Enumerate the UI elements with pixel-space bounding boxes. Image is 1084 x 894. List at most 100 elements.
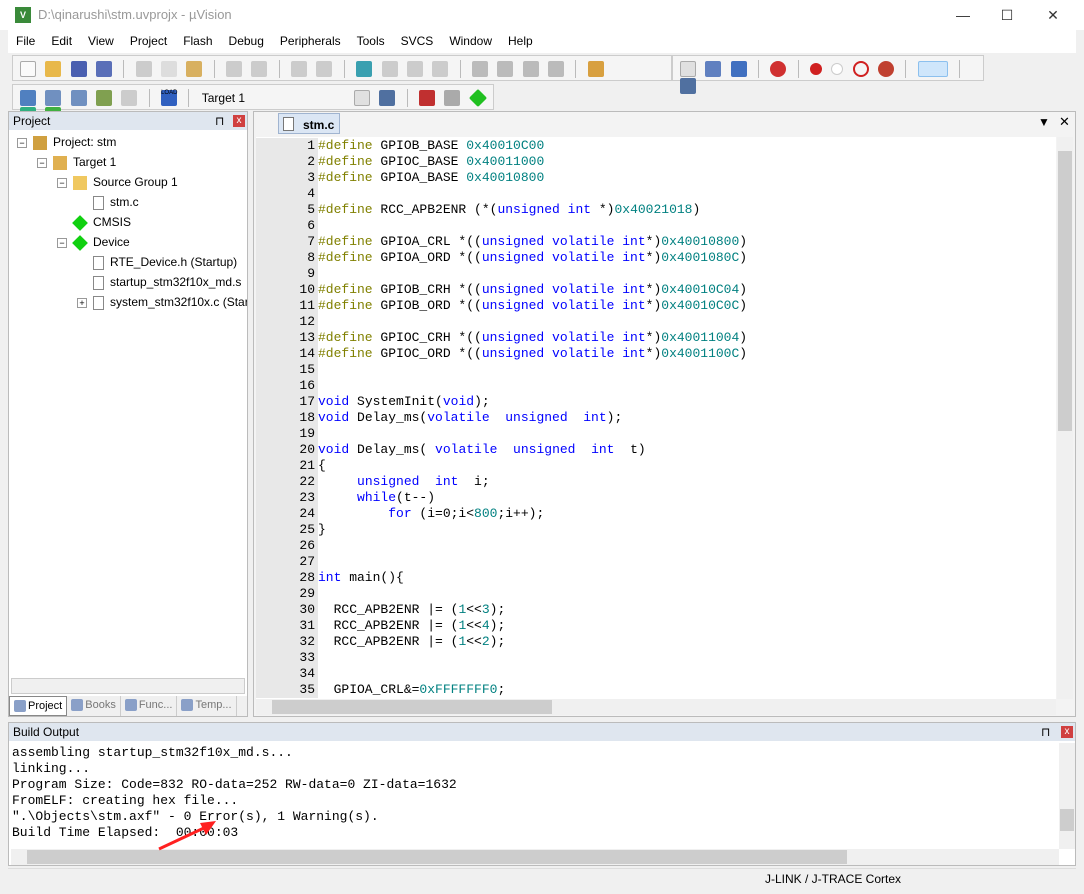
menu-help[interactable]: Help <box>500 30 541 53</box>
target-options-icon[interactable] <box>379 90 396 106</box>
tab-stm-c[interactable]: stm.c <box>278 113 340 134</box>
close-button[interactable]: ✕ <box>1038 4 1068 26</box>
output-vscrollbar[interactable] <box>1059 743 1075 849</box>
save-all-icon[interactable] <box>96 61 113 77</box>
translate-icon[interactable] <box>20 90 36 106</box>
close-panel-icon[interactable]: x <box>233 115 245 127</box>
line-number: 8 <box>256 250 318 266</box>
menu-peripherals[interactable]: Peripherals <box>272 30 349 53</box>
panel-tab-temp[interactable]: Temp... <box>177 696 237 716</box>
code-token: GPIOC_CRH *(( <box>372 330 482 345</box>
tree-item[interactable]: CMSIS <box>9 212 247 232</box>
redo-icon[interactable] <box>251 61 268 77</box>
code-token: int <box>318 570 342 585</box>
tab-list-icon[interactable]: ▼ <box>1038 115 1050 129</box>
close-tab-icon[interactable]: ✕ <box>1059 114 1070 130</box>
uncomment-icon[interactable] <box>547 61 564 77</box>
code-editor[interactable]: 1 #define GPIOB_BASE 0x40010C00 2 #define G… <box>256 137 1056 699</box>
tree-item[interactable]: RTE_Device.h (Startup) <box>9 252 247 272</box>
find-icon[interactable] <box>705 61 722 77</box>
menu-tools[interactable]: Tools <box>349 30 393 53</box>
tree-item[interactable]: + system_stm32f10x.c (Star <box>9 292 247 312</box>
back-icon[interactable] <box>291 61 308 77</box>
expand-icon[interactable]: + <box>77 297 87 308</box>
code-token: GPIOA_CRL *(( <box>372 234 482 249</box>
line-number: 1 <box>256 138 318 154</box>
minimize-button[interactable]: — <box>948 4 978 26</box>
prev-bookmark-icon[interactable] <box>381 61 398 77</box>
clear-bookmarks-icon[interactable] <box>432 61 449 77</box>
tree-item[interactable]: − Target 1 <box>9 152 247 172</box>
pin-icon[interactable]: ⊓ <box>1041 723 1050 741</box>
close-panel-icon[interactable]: x <box>1061 726 1073 738</box>
disable-breakpoint-icon[interactable] <box>831 63 844 75</box>
manage-project-items-icon[interactable] <box>419 90 436 106</box>
copy-icon[interactable] <box>161 61 178 77</box>
tree-item[interactable]: − Device <box>9 232 247 252</box>
collapse-icon[interactable]: − <box>37 157 47 168</box>
debug-session-icon[interactable] <box>770 61 787 77</box>
panel-tab-project[interactable]: Project <box>9 696 68 716</box>
collapse-icon[interactable]: − <box>57 177 67 188</box>
window-layout-icon[interactable] <box>917 61 948 77</box>
maximize-button[interactable]: ☐ <box>992 4 1022 26</box>
menu-svcs[interactable]: SVCS <box>393 30 442 53</box>
collapse-icon[interactable]: − <box>57 237 67 248</box>
file-icon <box>93 275 104 290</box>
incremental-find-icon[interactable] <box>730 61 747 77</box>
kill-breakpoints-icon[interactable] <box>878 61 895 77</box>
code-token: 2 <box>481 634 490 649</box>
dropdown-icon[interactable] <box>680 61 696 77</box>
tree-item[interactable]: startup_stm32f10x_md.s <box>9 272 247 292</box>
project-hscrollbar[interactable] <box>11 678 245 694</box>
batch-build-icon[interactable] <box>96 90 113 106</box>
menu-view[interactable]: View <box>80 30 122 53</box>
stop-build-icon[interactable] <box>121 90 138 106</box>
target-dropdown-icon[interactable] <box>354 90 371 106</box>
target-select[interactable]: Target 1 <box>198 91 348 105</box>
menu-project[interactable]: Project <box>122 30 175 53</box>
menu-edit[interactable]: Edit <box>43 30 80 53</box>
new-file-icon[interactable] <box>20 61 36 77</box>
build-output-header: Build Output ⊓ x <box>9 723 1075 741</box>
save-icon[interactable] <box>70 61 87 77</box>
panel-tab-books[interactable]: Books <box>67 696 121 716</box>
code-token: ) <box>739 282 748 297</box>
editor-hscrollbar[interactable] <box>256 699 1056 715</box>
configure-icon[interactable] <box>680 78 696 94</box>
indent-icon[interactable] <box>471 61 488 77</box>
tree-item[interactable]: stm.c <box>9 192 247 212</box>
next-bookmark-icon[interactable] <box>406 61 423 77</box>
hscroll-thumb[interactable] <box>272 700 552 714</box>
forward-icon[interactable] <box>316 61 333 77</box>
manage-rte-icon[interactable] <box>468 88 487 108</box>
panel-tab-func[interactable]: Func... <box>121 696 178 716</box>
paste-icon[interactable] <box>186 61 203 77</box>
load-icon[interactable]: LOAD <box>161 90 177 106</box>
editor-vscrollbar[interactable] <box>1057 137 1073 699</box>
pin-icon[interactable]: ⊓ <box>215 112 224 130</box>
find-in-files-icon[interactable] <box>587 61 604 77</box>
collapse-icon[interactable]: − <box>17 137 27 148</box>
tree-item[interactable]: − Project: stm <box>9 132 247 152</box>
cut-icon[interactable] <box>135 61 152 77</box>
unindent-icon[interactable] <box>497 61 514 77</box>
disable-all-breakpoints-icon[interactable] <box>852 61 869 77</box>
code-token: 800 <box>474 506 498 521</box>
bookmark-icon[interactable] <box>356 61 373 77</box>
rebuild-icon[interactable] <box>70 90 87 106</box>
build-icon[interactable] <box>45 90 62 106</box>
menu-flash[interactable]: Flash <box>175 30 220 53</box>
code-token: << <box>466 602 482 617</box>
menu-window[interactable]: Window <box>441 30 500 53</box>
vscroll-thumb[interactable] <box>1058 151 1072 431</box>
multi-project-icon[interactable] <box>444 90 461 106</box>
breakpoint-icon[interactable] <box>810 63 823 75</box>
comment-icon[interactable] <box>522 61 539 77</box>
undo-icon[interactable] <box>226 61 243 77</box>
line-number: 5 <box>256 202 318 218</box>
menu-debug[interactable]: Debug <box>221 30 272 53</box>
tree-item[interactable]: − Source Group 1 <box>9 172 247 192</box>
open-icon[interactable] <box>45 61 62 77</box>
menu-file[interactable]: File <box>8 30 43 53</box>
